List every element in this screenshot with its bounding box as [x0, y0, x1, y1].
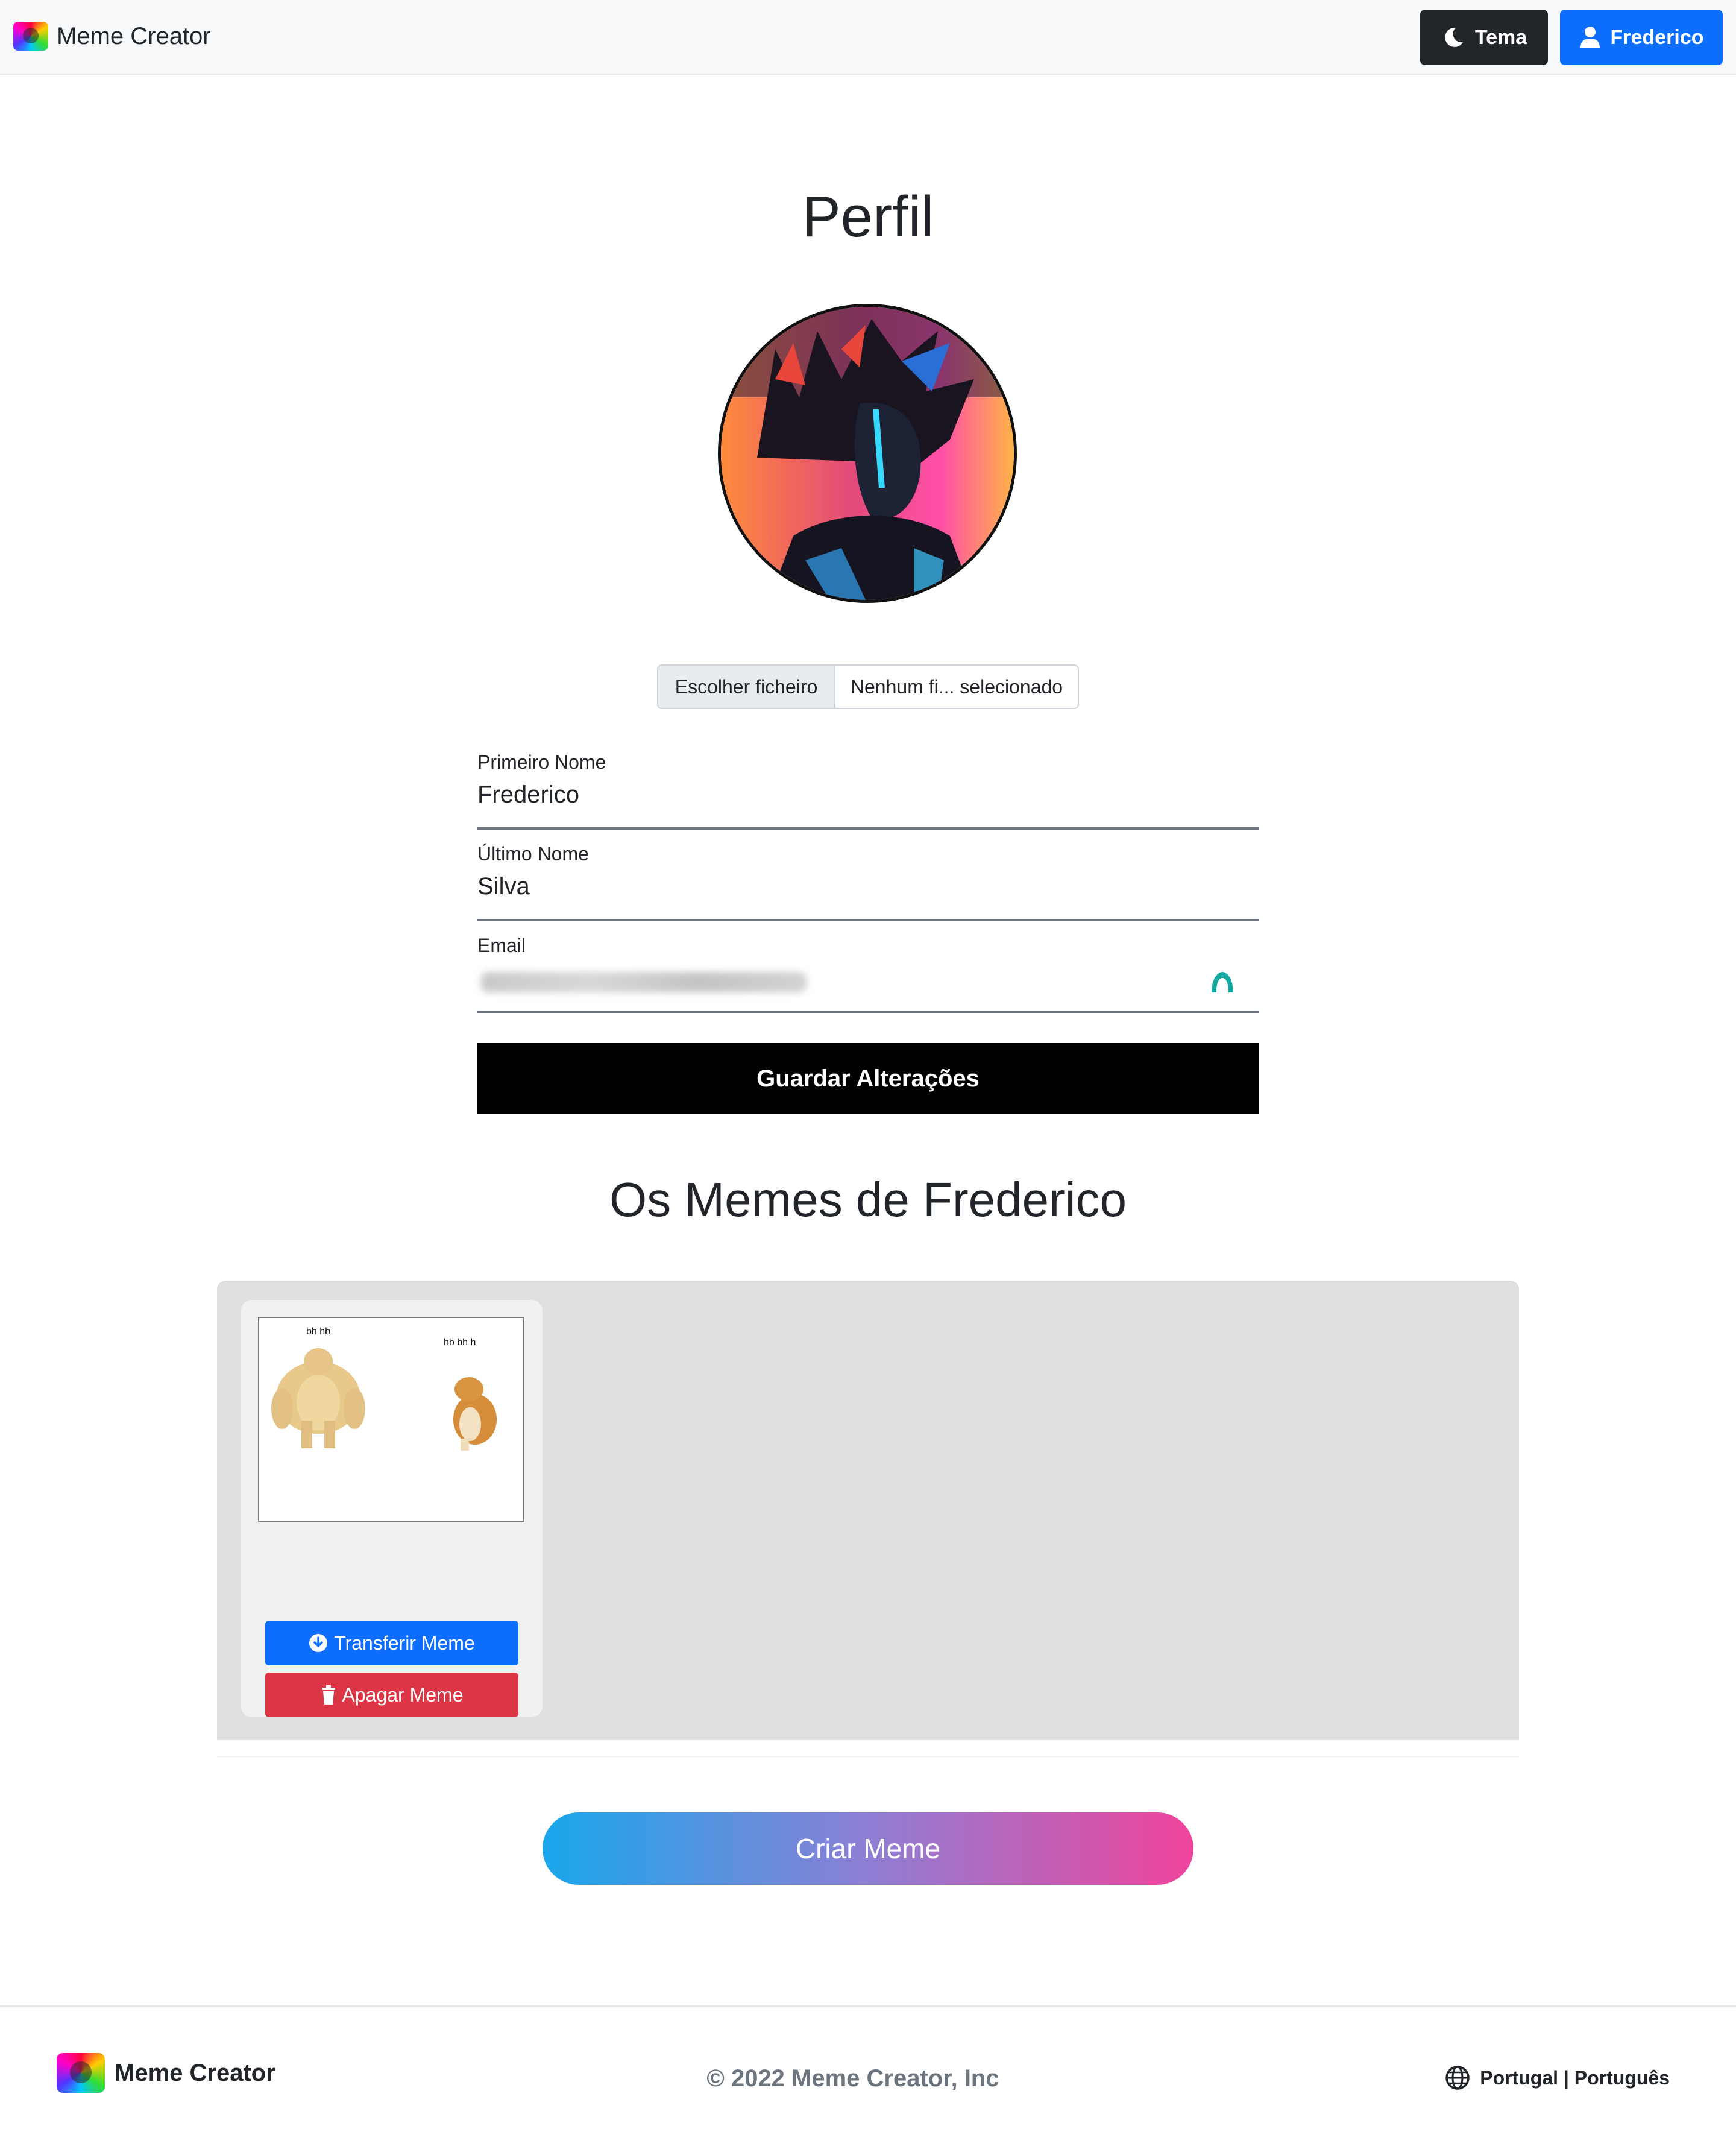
memes-section-title: Os Memes de Frederico — [609, 1173, 1127, 1226]
email-field[interactable]: Email — [477, 935, 1259, 1013]
meme-caption-left: bh hb — [306, 1326, 331, 1337]
globe-icon — [1445, 2066, 1470, 2090]
avatar-file-input[interactable]: Escolher ficheiro Nenhum fi... seleciona… — [657, 664, 1079, 709]
meme-image[interactable]: bh hb hb bh h — [258, 1317, 524, 1522]
first-name-input[interactable]: Frederico — [477, 781, 579, 809]
last-name-label: Último Nome — [477, 843, 589, 865]
download-meme-label: Transferir Meme — [334, 1632, 475, 1654]
delete-meme-button[interactable]: Apagar Meme — [265, 1673, 518, 1717]
gallery-divider — [217, 1756, 1519, 1757]
page-title: Perfil — [802, 184, 934, 249]
first-name-field[interactable]: Primeiro Nome Frederico — [477, 751, 1259, 830]
brand-link[interactable]: Meme Creator — [13, 22, 211, 51]
navbar: Meme Creator Tema Frederico — [0, 0, 1736, 75]
last-name-input[interactable]: Silva — [477, 873, 530, 900]
trash-icon — [321, 1685, 335, 1705]
last-name-field[interactable]: Último Nome Silva — [477, 843, 1259, 921]
create-meme-button[interactable]: Criar Meme — [542, 1812, 1194, 1885]
meme-caption-right: hb bh h — [444, 1337, 476, 1348]
brand-name: Meme Creator — [57, 22, 211, 49]
memes-gallery: bh hb hb bh h Transferir Meme Apagar Mem… — [217, 1281, 1519, 1740]
first-name-label: Primeiro Nome — [477, 751, 606, 773]
locale-selector[interactable]: Portugal | Português — [1445, 2065, 1670, 2090]
user-button-label: Frederico — [1610, 25, 1704, 49]
user-button[interactable]: Frederico — [1560, 10, 1723, 65]
theme-button-label: Tema — [1474, 25, 1527, 49]
email-label: Email — [477, 935, 526, 956]
meme-picture — [271, 1348, 497, 1451]
email-input-blurred[interactable] — [481, 972, 807, 992]
save-changes-button[interactable]: Guardar Alterações — [477, 1043, 1259, 1114]
logo-icon — [13, 22, 48, 51]
footer: Meme Creator © 2022 Meme Creator, Inc Po… — [0, 2005, 1736, 2132]
moon-icon — [1445, 27, 1463, 47]
user-icon — [1580, 27, 1600, 48]
download-meme-button[interactable]: Transferir Meme — [265, 1621, 518, 1665]
choose-file-button[interactable]: Escolher ficheiro — [658, 666, 835, 708]
avatar — [718, 304, 1017, 603]
meme-card: bh hb hb bh h Transferir Meme Apagar Mem… — [241, 1300, 542, 1717]
avatar-image — [721, 307, 1014, 600]
file-status: Nenhum fi... selecionado — [850, 675, 1063, 698]
theme-button[interactable]: Tema — [1420, 10, 1548, 65]
download-icon — [309, 1634, 328, 1652]
locale-label: Portugal | Português — [1480, 2066, 1670, 2089]
delete-meme-label: Apagar Meme — [342, 1683, 464, 1706]
password-manager-icon[interactable] — [1209, 968, 1236, 995]
